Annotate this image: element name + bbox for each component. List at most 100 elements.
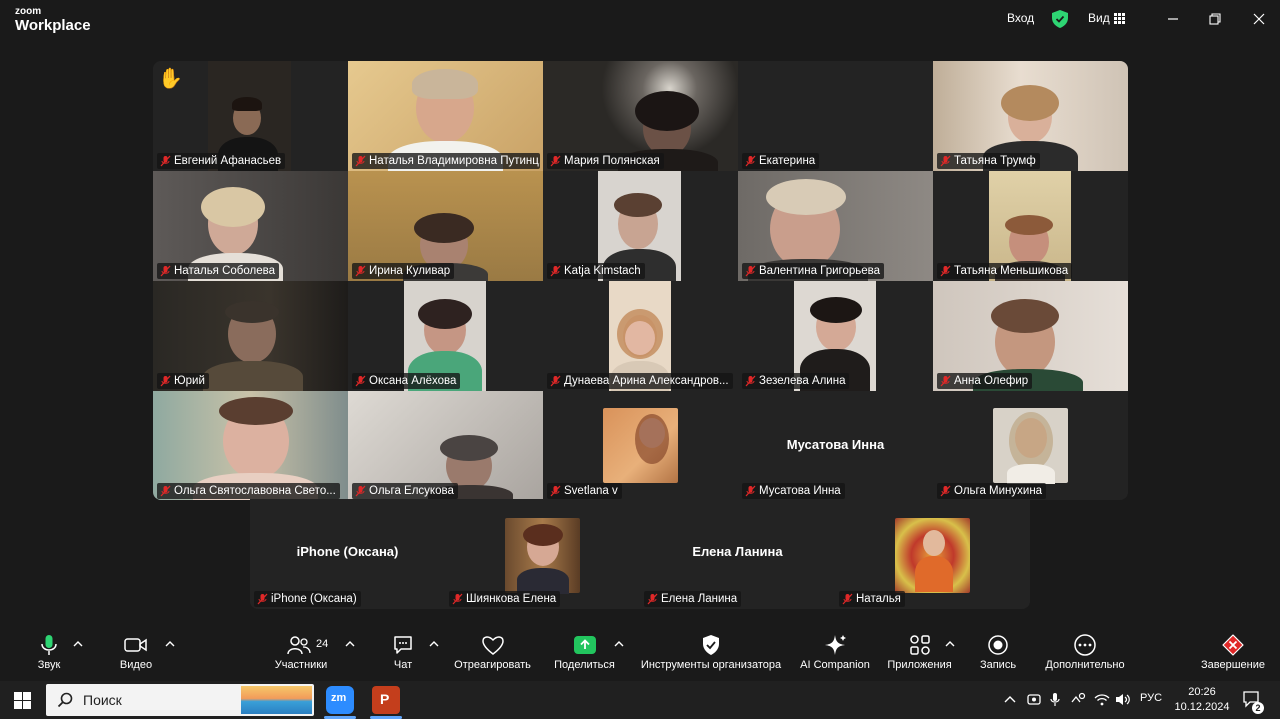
video-tile[interactable]: Екатерина [738,61,933,171]
video-tile[interactable]: Ольга Елсукова [348,391,543,500]
taskbar-clock[interactable]: 20:26 10.12.2024 [1172,685,1232,715]
network-settings-icon[interactable] [1070,692,1086,707]
participant-name-label: Мусатова Инна [742,483,845,499]
video-tile[interactable]: Ирина Куливар [348,171,543,281]
participant-avatar [895,518,970,593]
grid-view-icon[interactable] [1114,13,1125,24]
muted-mic-icon [647,593,658,605]
participant-name: Елена Ланина [661,593,738,605]
video-camera-icon [124,638,147,652]
audio-button[interactable]: Звук [33,634,65,678]
zoom-logo: zoom Workplace [15,7,91,34]
video-tile-no-video[interactable]: iPhone (Оксана) iPhone (Оксана) [250,499,445,609]
video-gallery-row: iPhone (Оксана) iPhone (Оксана) Шиянкова… [250,499,1030,609]
video-options-chevron-icon[interactable] [165,640,175,648]
video-tile[interactable]: Наталья Соболева [153,171,348,281]
close-icon[interactable] [1249,9,1269,29]
view-button[interactable]: Вид [1088,11,1110,25]
muted-mic-icon [160,485,171,497]
video-tile[interactable]: Шиянкова Елена [445,499,640,609]
participant-display-name: Мусатова Инна [786,437,885,452]
video-tile[interactable]: Анна Олефир [933,281,1128,391]
participant-name: Дунаева Арина Александров... [564,375,729,387]
video-tile-no-video[interactable]: Мусатова Инна Мусатова Инна [738,391,933,500]
minimize-icon[interactable] [1163,9,1183,29]
muted-mic-icon [355,155,366,167]
video-tile[interactable]: Svetlana v [543,391,738,500]
video-button[interactable]: Видео [117,634,155,678]
muted-mic-icon [160,265,171,277]
participant-name: Ольга Святославовна Свето... [174,485,336,497]
share-options-chevron-icon[interactable] [614,640,624,648]
end-meeting-button[interactable]: Завершение [1197,634,1269,678]
participant-name-label: Svetlana v [547,483,622,499]
video-tile-no-video[interactable]: Елена Ланина Елена Ланина [640,499,835,609]
chat-label: Чат [393,659,413,671]
participants-icon [287,636,311,655]
participant-display-name: iPhone (Оксана) [296,544,399,559]
video-tile[interactable]: Ольга Святославовна Свето... [153,391,348,500]
muted-mic-icon [940,375,951,387]
participant-name: Ирина Куливар [369,265,451,277]
muted-mic-icon [745,375,756,387]
powerpoint-taskbar-icon[interactable]: P [372,686,400,714]
input-language[interactable]: РУС [1140,692,1162,704]
participant-name-label: Ольга Святославовна Свето... [157,483,340,499]
host-tools-button[interactable]: Инструменты организатора [636,634,786,678]
video-tile[interactable]: Katja Kimstach [543,171,738,281]
tray-overflow-chevron-icon[interactable] [1004,695,1016,703]
host-tools-label: Инструменты организатора [640,659,782,671]
restore-icon[interactable] [1205,9,1225,29]
video-tile-active-speaker[interactable]: Наталья Владимировна Путинц... [348,61,543,171]
audio-options-chevron-icon[interactable] [73,640,83,648]
muted-mic-icon [940,485,951,497]
clock-time: 20:26 [1188,686,1216,698]
video-tile[interactable]: ✋ Евгений Афанасьев [153,61,348,171]
video-tile[interactable]: Зезелева Алина [738,281,933,391]
video-tile[interactable]: Татьяна Трумф [933,61,1128,171]
video-tile[interactable]: Дунаева Арина Александров... [543,281,738,391]
participant-name-label: Екатерина [742,153,820,169]
video-tile[interactable]: Наталья [835,499,1030,609]
share-screen-icon [573,636,596,654]
participant-name: Наталья [856,593,901,605]
participant-name: Мусатова Инна [759,485,841,497]
participant-name-label: Шиянкова Елена [449,591,561,607]
participant-name: Валентина Григорьева [759,265,881,277]
ai-companion-button[interactable]: AI Companion [797,634,873,678]
chat-button[interactable]: Чат [388,634,418,678]
chat-options-chevron-icon[interactable] [429,640,439,648]
notifications-count-badge: 2 [1252,702,1264,714]
participant-name-label: Оксана Алёхова [352,373,461,389]
taskbar-search-box[interactable]: Поиск [46,684,314,716]
microphone-in-use-icon[interactable] [1050,692,1060,707]
wifi-icon[interactable] [1094,692,1110,707]
video-tile[interactable]: Мария Полянская [543,61,738,171]
participant-name: Katja Kimstach [564,265,641,277]
more-button[interactable]: Дополнительно [1040,634,1130,678]
participant-name: Шиянкова Елена [466,593,557,605]
raised-hand-icon: ✋ [158,68,183,90]
camera-in-use-icon[interactable] [1027,692,1041,707]
volume-icon[interactable] [1115,692,1131,707]
share-screen-button[interactable]: Поделиться [552,634,617,678]
video-tile[interactable]: Оксана Алёхова [348,281,543,391]
video-tile[interactable]: Юрий [153,281,348,391]
video-tile[interactable]: Татьяна Меньшикова [933,171,1128,281]
video-tile[interactable]: Валентина Григорьева [738,171,933,281]
record-button[interactable]: Запись [977,634,1019,678]
video-tile[interactable]: Ольга Минухина [933,391,1128,500]
audio-label: Звук [37,659,61,671]
participant-name: Svetlana v [564,485,618,497]
ai-sparkle-icon [825,635,846,655]
zoom-taskbar-icon[interactable]: zm [326,686,354,714]
signin-button[interactable]: Вход [1007,11,1034,25]
participant-name-label: Евгений Афанасьев [157,153,286,169]
windows-start-icon[interactable] [14,692,31,709]
participant-name-label: iPhone (Оксана) [254,591,361,607]
participants-options-chevron-icon[interactable] [345,640,355,648]
record-label: Запись [979,659,1017,671]
apps-options-chevron-icon[interactable] [945,640,955,648]
encryption-shield-icon[interactable] [1052,10,1068,28]
react-button[interactable]: Отреагировать [450,634,535,678]
